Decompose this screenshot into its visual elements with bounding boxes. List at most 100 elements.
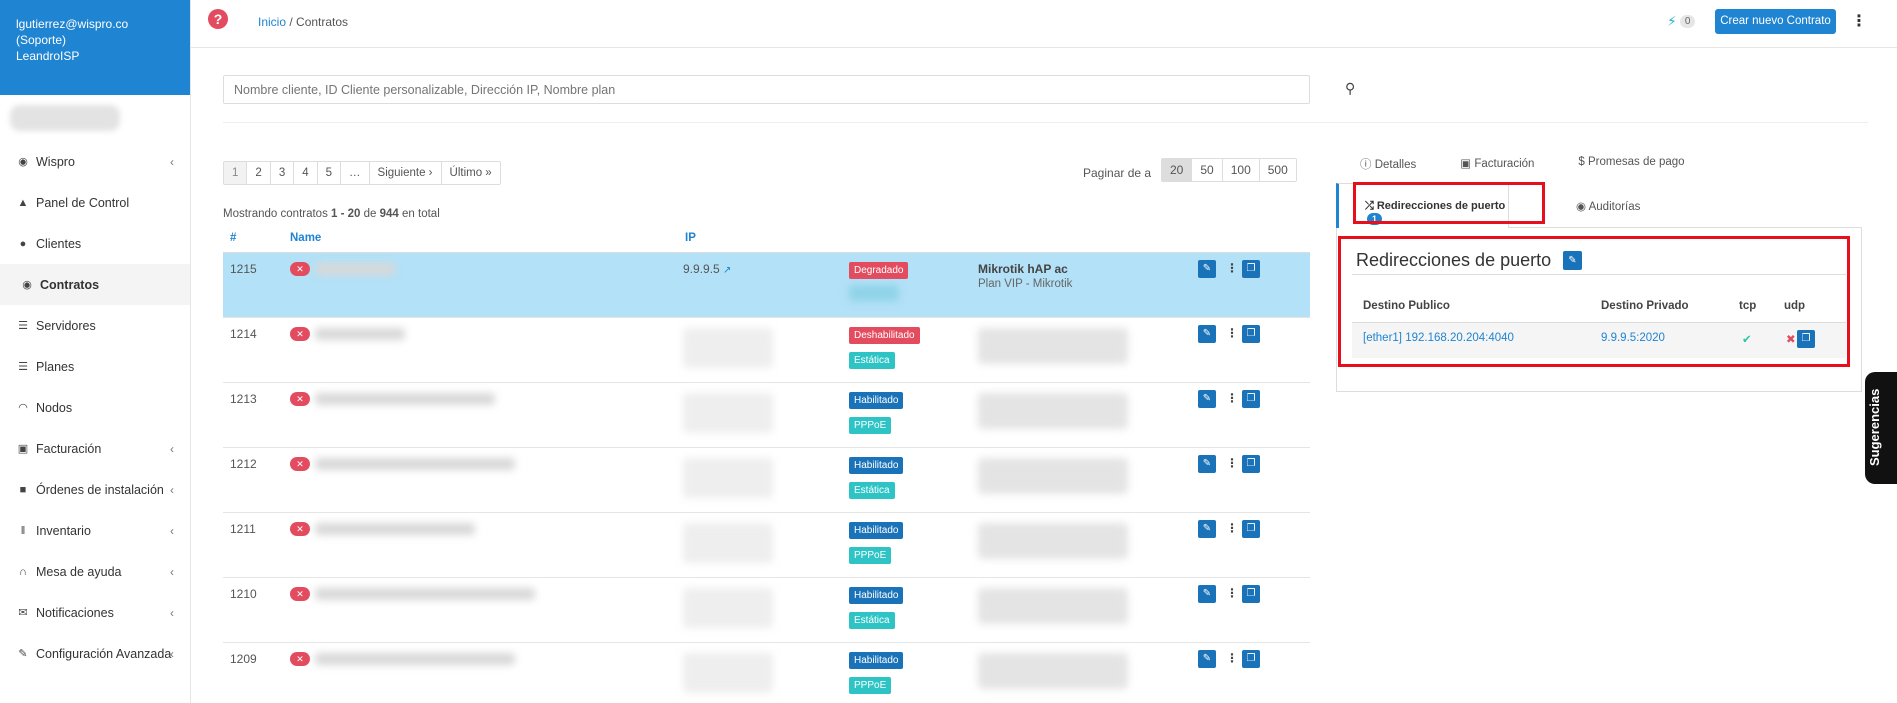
breadcrumb-home-link[interactable]: Inicio (258, 15, 286, 29)
page-link[interactable]: 1 (224, 162, 248, 184)
search-input[interactable] (223, 75, 1310, 104)
column-id[interactable]: # (230, 232, 236, 244)
chevron-left-icon: ‹ (170, 523, 174, 538)
top-bar: ? Inicio / Contratos ⚡ 0 Crear nuevo Con… (191, 0, 1897, 48)
sidebar-item-ordenes[interactable]: ■ Órdenes de instalación ‹ (0, 469, 190, 510)
edit-icon[interactable]: ✎ (1198, 650, 1216, 668)
sidebar-item-nodos[interactable]: ◠ Nodos (0, 387, 190, 428)
more-icon[interactable]: ⋮ (1226, 261, 1238, 275)
plan-device: Mikrotik hAP ac (978, 262, 1068, 276)
breadcrumb-current: Contratos (296, 15, 349, 29)
type-badge: Estática (849, 352, 895, 369)
page-link[interactable]: 5 (318, 162, 342, 184)
tab-facturacion[interactable]: ▣ Facturación (1460, 156, 1534, 172)
server-icon: ☰ (18, 320, 28, 332)
table-row[interactable]: 1213 ✕ Habilitado PPPoE ✎ ⋮ ❐ (223, 383, 1310, 448)
table-row[interactable]: 1212 ✕ Habilitado Estática ✎ ⋮ ❐ (223, 448, 1310, 513)
edit-icon[interactable]: ✎ (1198, 260, 1216, 278)
per-page-option[interactable]: 20 (1162, 159, 1193, 181)
search-icon[interactable]: ⚲ (1345, 80, 1355, 97)
more-icon[interactable]: ⋮ (1226, 651, 1238, 665)
copy-icon[interactable]: ❐ (1242, 390, 1260, 408)
copy-icon[interactable]: ❐ (1242, 325, 1260, 343)
contract-id: 1215 (230, 262, 257, 276)
sidebar-item-mesa[interactable]: ∩ Mesa de ayuda ‹ (0, 551, 190, 592)
sidebar-item-notificaciones[interactable]: ✉ Notificaciones ‹ (0, 592, 190, 633)
blurred-ip (683, 393, 773, 433)
sidebar-item-contratos[interactable]: ◉ Contratos (0, 264, 190, 305)
barcode-icon: ‖ (20, 524, 26, 537)
status-badge: Habilitado (849, 522, 904, 539)
help-icon[interactable]: ? (208, 9, 228, 29)
edit-icon[interactable]: ✎ (1198, 390, 1216, 408)
dollar-icon: $ (1578, 156, 1589, 168)
blurred-badge (849, 285, 899, 301)
more-icon[interactable]: ⋮ (1226, 521, 1238, 535)
divider (223, 122, 1868, 123)
page-link[interactable]: 3 (271, 162, 295, 184)
table-row[interactable]: 1211 ✕ Habilitado PPPoE ✎ ⋮ ❐ (223, 513, 1310, 578)
feedback-tab[interactable]: Sugerencias (1865, 372, 1897, 484)
copy-icon[interactable]: ❐ (1242, 455, 1260, 473)
tab-promesas[interactable]: $ Promesas de pago (1578, 156, 1684, 172)
chart-icon: ▲ (17, 196, 29, 209)
money-icon: ▣ (17, 443, 29, 455)
column-name[interactable]: Name (290, 232, 321, 244)
next-page-link[interactable]: Siguiente › (370, 162, 442, 184)
per-page-option[interactable]: 100 (1223, 159, 1260, 181)
money-icon: ▣ (1460, 158, 1475, 170)
per-page-option[interactable]: 500 (1260, 159, 1296, 181)
copy-icon[interactable]: ❐ (1242, 260, 1260, 278)
edit-icon[interactable]: ✎ (1198, 585, 1216, 603)
per-page-option[interactable]: 50 (1192, 159, 1223, 181)
contract-id: 1212 (230, 457, 257, 471)
copy-icon[interactable]: ❐ (1242, 650, 1260, 668)
copy-icon[interactable]: ❐ (1242, 585, 1260, 603)
sidebar-item-configuracion[interactable]: ✎ Configuración Avanzada ‹ (0, 633, 190, 674)
plug-icon: ⚡ (1667, 13, 1677, 29)
more-icon[interactable]: ⋮ (1226, 326, 1238, 340)
edit-icon[interactable]: ✎ (1198, 520, 1216, 538)
new-contract-button[interactable]: Crear nuevo Contrato (1715, 9, 1836, 34)
status-badge: Habilitado (849, 392, 904, 409)
blurred-client-name (315, 523, 475, 535)
more-icon[interactable]: ⋮ (1226, 391, 1238, 405)
type-badge: Estática (849, 612, 895, 629)
connection-indicator[interactable]: ⚡ 0 (1667, 13, 1696, 30)
table-row[interactable]: 1210 ✕ Habilitado Estática ✎ ⋮ ❐ (223, 578, 1310, 643)
external-link-icon[interactable]: ↗ (723, 265, 731, 276)
users-icon: ● (19, 237, 27, 250)
edit-icon[interactable]: ✎ (1198, 325, 1216, 343)
page-link[interactable]: 4 (294, 162, 318, 184)
sidebar-item-planes[interactable]: ☰ Planes (0, 346, 190, 387)
last-page-link[interactable]: Último » (442, 162, 500, 184)
edit-icon[interactable]: ✎ (1198, 455, 1216, 473)
column-ip[interactable]: IP (685, 232, 696, 244)
table-row[interactable]: 1215 ✕ 9.9.9.5 ↗ Degradado Mikrotik hAP … (223, 253, 1310, 318)
blurred-ip (683, 458, 773, 498)
list-icon: ☰ (18, 361, 28, 373)
sidebar-item-servidores[interactable]: ☰ Servidores (0, 305, 190, 346)
blurred-client-name (315, 263, 395, 275)
sidebar-item-facturacion[interactable]: ▣ Facturación ‹ (0, 428, 190, 469)
more-icon[interactable]: ⋮ (1226, 456, 1238, 470)
chevron-left-icon: ‹ (170, 441, 174, 456)
sidebar-item-panel[interactable]: ▲ Panel de Control (0, 182, 190, 223)
tab-auditorias[interactable]: ◉ Auditorías (1576, 199, 1640, 213)
user-info[interactable]: lgutierrez@wispro.co (Soporte) LeandroIS… (0, 0, 190, 95)
table-row[interactable]: 1209 ✕ Habilitado PPPoE ✎ ⋮ ❐ (223, 643, 1310, 703)
more-options-icon[interactable]: ⋮ (1851, 11, 1867, 31)
sidebar-item-inventario[interactable]: ‖ Inventario ‹ (0, 510, 190, 551)
blurred-plan (978, 523, 1128, 559)
copy-icon[interactable]: ❐ (1242, 520, 1260, 538)
breadcrumb: Inicio / Contratos (258, 15, 349, 29)
annotation-highlight-panel (1338, 236, 1850, 367)
more-icon[interactable]: ⋮ (1226, 586, 1238, 600)
sidebar-item-wispro[interactable]: ◉ Wispro ‹ (0, 141, 190, 182)
sidebar-item-clientes[interactable]: ● Clientes (0, 223, 190, 264)
tab-detalles[interactable]: ⓘ Detalles (1360, 156, 1416, 172)
ip-address[interactable]: 9.9.9.5 ↗ (683, 262, 731, 276)
table-row[interactable]: 1214 ✕ Deshabilitado Estática ✎ ⋮ ❐ (223, 318, 1310, 383)
page-ellipsis: … (341, 162, 370, 184)
page-link[interactable]: 2 (247, 162, 271, 184)
